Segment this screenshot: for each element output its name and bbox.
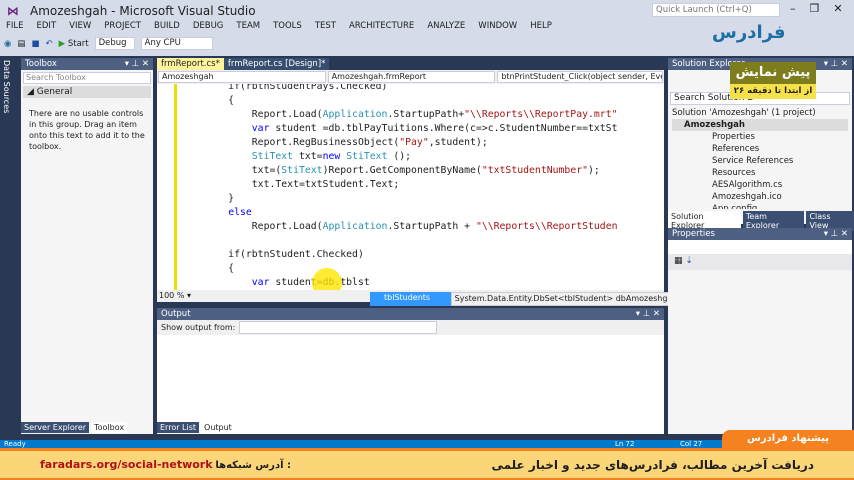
tree-item-solution[interactable]: Solution 'Amozeshgah' (1 project) — [672, 107, 848, 119]
change-margin — [174, 84, 177, 290]
properties-panel: Properties ▾ ⊥ ✕ ▦ ⇣ — [668, 228, 852, 434]
start-button[interactable]: ▶ Start — [59, 39, 89, 49]
class-dropdown[interactable]: Amozeshgah.frmReport — [327, 71, 496, 83]
menu-test[interactable]: TEST — [315, 21, 336, 31]
menu-view[interactable]: VIEW — [69, 21, 91, 31]
menu-team[interactable]: TEAM — [236, 21, 260, 31]
editor-tabs: frmReport.cs* frmReport.cs [Design]* — [157, 58, 330, 70]
intellisense-item[interactable]: tblStudents — [370, 292, 451, 306]
menu-debug[interactable]: DEBUG — [193, 21, 224, 31]
output-toolbar: Show output from: — [157, 320, 664, 335]
menu-file[interactable]: FILE — [6, 21, 24, 31]
tab-frmreport-cs[interactable]: frmReport.cs* — [157, 58, 224, 70]
menu-project[interactable]: PROJECT — [104, 21, 141, 31]
menu-edit[interactable]: EDIT — [37, 21, 57, 31]
menu-analyze[interactable]: ANALYZE — [427, 21, 465, 31]
properties-header: Properties ▾ ⊥ ✕ — [668, 228, 852, 240]
faradars-logo: فرادرس — [712, 22, 786, 43]
window-controls: – ❐ ✕ — [790, 2, 843, 15]
window-title: Amozeshgah - Microsoft Visual Studio — [30, 4, 256, 18]
menu-build[interactable]: BUILD — [154, 21, 180, 31]
toolbar: ◉ ▤ ■ ↶ ▶ Start Debug Any CPU — [4, 37, 213, 50]
suggest-tab: پیشنهاد فرادرس — [722, 430, 854, 448]
restore-button[interactable]: ❐ — [810, 2, 820, 15]
tree-item-project[interactable]: Amozeshgah — [672, 119, 848, 131]
tab-error-list[interactable]: Error List — [157, 422, 200, 433]
toolbox-group-general[interactable]: ◢ General — [23, 86, 151, 98]
tree-item-service-references[interactable]: Service References — [672, 155, 848, 167]
config-select[interactable]: Debug — [94, 37, 135, 50]
tree-item-aesalgorithm[interactable]: AESAlgorithm.cs — [672, 179, 848, 191]
menu-architecture[interactable]: ARCHITECTURE — [349, 21, 414, 31]
platform-select[interactable]: Any CPU — [140, 37, 213, 50]
output-title: Output — [161, 309, 191, 319]
social-link-group: faradars.org/social-network آدرس شبکه‌ها… — [40, 458, 291, 471]
left-bottom-tabs: Server Explorer Toolbox — [21, 422, 128, 433]
status-col: Col 27 — [680, 440, 703, 448]
properties-object-select[interactable] — [668, 240, 852, 254]
back-icon[interactable]: ◉ — [4, 39, 11, 49]
solution-tree: Solution 'Amozeshgah' (1 project) Amozes… — [668, 105, 852, 211]
undo-icon[interactable]: ↶ — [45, 39, 52, 49]
show-output-label: Show output from: — [161, 323, 236, 332]
output-source-select[interactable] — [239, 321, 438, 334]
minimize-button[interactable]: – — [790, 2, 796, 15]
pin-icon[interactable]: ▾ ⊥ ✕ — [824, 59, 848, 69]
menu-bar: FILE EDIT VIEW PROJECT BUILD DEBUG TEAM TOOLS TE… — [6, 21, 552, 31]
tab-toolbox[interactable]: Toolbox — [91, 422, 128, 433]
properties-title: Properties — [672, 229, 715, 239]
social-label: آدرس شبکه‌ها : — [215, 460, 291, 471]
tree-item-resources[interactable]: Resources — [672, 167, 848, 179]
menu-help[interactable]: HELP — [530, 21, 552, 31]
output-header: Output ▾ ⊥ ✕ — [157, 308, 664, 320]
pin-icon[interactable]: ▾ ⊥ ✕ — [824, 229, 848, 239]
member-dropdown[interactable]: btnPrintStudent_Click(object sender, Eve — [497, 71, 664, 83]
tab-output[interactable]: Output — [201, 422, 235, 433]
vs-logo-icon: ⋈ — [7, 4, 19, 18]
close-button[interactable]: ✕ — [833, 2, 842, 15]
preview-subtitle: از ابتدا تا دقیقه ۲۶ — [730, 84, 816, 99]
toolbox-search-input[interactable]: Search Toolbox — [23, 72, 151, 84]
data-sources-tab[interactable]: Data Sources — [2, 60, 11, 113]
project-dropdown[interactable]: Amozeshgah — [158, 71, 326, 83]
start-label: Start — [67, 38, 89, 49]
quick-launch-input[interactable]: Quick Launch (Ctrl+Q) — [652, 3, 780, 17]
preview-badge: پیش نمایش — [730, 62, 816, 84]
code-text[interactable]: if(rbtnStudentPays.Checked) { Report.Loa… — [181, 84, 617, 290]
toolbox-title: Toolbox — [25, 59, 57, 69]
promo-headline: دریافت آخرین مطالب، فرادرس‌های جدید و اخ… — [491, 457, 814, 472]
code-editor[interactable]: if(rbtnStudentPays.Checked) { Report.Loa… — [157, 84, 664, 290]
tree-item-ico[interactable]: Amozeshgah.ico — [672, 191, 848, 203]
social-link[interactable]: faradars.org/social-network — [40, 458, 213, 471]
tab-frmreport-design[interactable]: frmReport.cs [Design]* — [223, 58, 330, 70]
pin-icon[interactable]: ▾ ⊥ ✕ — [636, 309, 660, 319]
menu-window[interactable]: WINDOW — [478, 21, 517, 31]
output-bottom-tabs: Error List Output — [157, 422, 235, 433]
navigation-bar: Amozeshgah Amozeshgah.frmReport btnPrint… — [157, 70, 664, 84]
zoom-level[interactable]: 100 % — [159, 291, 184, 300]
tree-item-references[interactable]: References — [672, 143, 848, 155]
menu-tools[interactable]: TOOLS — [273, 21, 302, 31]
group-label: General — [36, 87, 73, 97]
play-icon: ▶ — [58, 38, 66, 49]
status-line: Ln 72 — [615, 440, 635, 448]
new-project-icon[interactable]: ▤ — [17, 39, 25, 49]
save-icon[interactable]: ■ — [31, 39, 39, 49]
alphabetical-icon[interactable]: ⇣ — [685, 256, 693, 266]
properties-toolbar: ▦ ⇣ — [668, 254, 852, 270]
categorized-icon[interactable]: ▦ — [674, 256, 683, 266]
toolbox-empty-message: There are no usable controls in this gro… — [29, 109, 145, 151]
tree-item-app-config[interactable]: App.config — [672, 203, 848, 209]
output-panel: Output ▾ ⊥ ✕ Show output from: — [157, 308, 664, 434]
toolbox-panel: Toolbox ▾ ⊥ ✕ Search Toolbox ◢ General Th… — [21, 58, 153, 434]
tree-item-properties[interactable]: Properties — [672, 131, 848, 143]
status-ready: Ready — [4, 440, 26, 448]
tab-server-explorer[interactable]: Server Explorer — [21, 422, 90, 433]
promo-banner: faradars.org/social-network آدرس شبکه‌ها… — [0, 448, 854, 480]
pin-icon[interactable]: ▾ ⊥ ✕ — [125, 59, 149, 69]
toolbox-header: Toolbox ▾ ⊥ ✕ — [21, 58, 153, 70]
